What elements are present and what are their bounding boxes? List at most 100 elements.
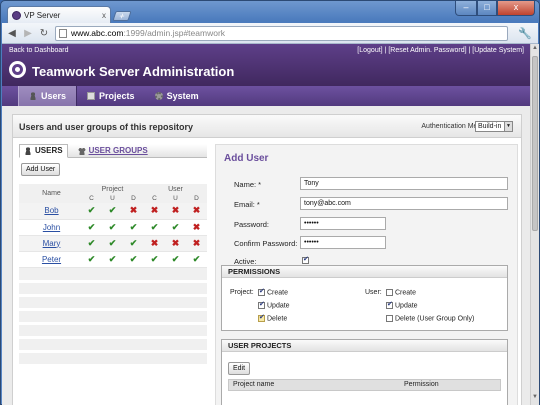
perm-cell: ✔ bbox=[165, 251, 186, 268]
name-field[interactable]: Tony bbox=[300, 177, 508, 190]
project-update-option[interactable]: Update bbox=[258, 300, 290, 309]
empty-row bbox=[19, 351, 207, 367]
user-group-icon bbox=[77, 146, 86, 155]
active-checkbox[interactable] bbox=[302, 255, 309, 264]
perm-cell: ✖ bbox=[165, 235, 186, 252]
scrollbar-thumb[interactable] bbox=[532, 56, 538, 231]
reload-icon[interactable]: ↻ bbox=[39, 28, 49, 39]
close-window-button[interactable]: x bbox=[497, 1, 535, 16]
back-arrow-icon[interactable]: ◀ bbox=[7, 28, 17, 39]
user-create-checkbox[interactable] bbox=[386, 289, 393, 296]
user-name-cell: John bbox=[19, 219, 81, 236]
maximize-button[interactable]: □ bbox=[477, 1, 497, 16]
nav-system[interactable]: System bbox=[145, 86, 209, 106]
col-project-header: Project bbox=[81, 184, 144, 194]
user-name-cell: Peter bbox=[19, 251, 81, 268]
address-bar[interactable]: www.abc.com:1999/admin.jsp#teamwork bbox=[55, 25, 509, 41]
perm-cell: ✔ bbox=[102, 251, 123, 268]
check-icon: ✔ bbox=[150, 253, 159, 264]
forward-arrow-icon[interactable]: ▶ bbox=[23, 28, 33, 39]
user-update-checkbox[interactable] bbox=[386, 300, 393, 309]
user-link[interactable]: John bbox=[43, 223, 60, 232]
cross-icon: ✖ bbox=[150, 205, 159, 216]
back-to-dashboard-link[interactable]: Back to Dashboard bbox=[9, 47, 69, 54]
confirm-password-label: Confirm Password: bbox=[234, 239, 298, 248]
project-delete-checkbox[interactable] bbox=[258, 313, 265, 322]
wrench-icon[interactable]: 🔧 bbox=[518, 27, 532, 40]
check-icon: ✔ bbox=[108, 253, 117, 264]
col-user-header: User bbox=[144, 184, 207, 194]
check-icon: ✔ bbox=[87, 221, 96, 232]
browser-tab[interactable]: VP Server x bbox=[7, 6, 111, 23]
minimize-button[interactable]: – bbox=[455, 1, 477, 16]
nav-projects[interactable]: Projects bbox=[77, 86, 145, 106]
check-icon: ✔ bbox=[87, 253, 96, 264]
check-icon: ✔ bbox=[171, 221, 180, 232]
favicon-icon bbox=[12, 10, 21, 20]
col-name-header: Name bbox=[19, 184, 81, 203]
col-header: U bbox=[102, 194, 123, 203]
check-icon: ✔ bbox=[87, 205, 96, 216]
user-link[interactable]: Peter bbox=[42, 255, 61, 264]
user-link[interactable]: Mary bbox=[43, 239, 61, 248]
check-icon: ✔ bbox=[129, 221, 138, 232]
confirm-password-field[interactable]: •••••• bbox=[300, 236, 386, 249]
project-create-option[interactable]: Create bbox=[258, 287, 288, 296]
update-system-link[interactable]: [Update System] bbox=[472, 47, 524, 54]
check-icon: ✔ bbox=[192, 253, 201, 264]
password-field[interactable]: •••••• bbox=[300, 217, 386, 230]
check-icon: ✔ bbox=[150, 221, 159, 232]
user-update-option[interactable]: Update bbox=[386, 300, 418, 310]
user-projects-title: USER PROJECTS bbox=[222, 340, 507, 352]
add-user-button[interactable]: Add User bbox=[21, 163, 61, 176]
system-gear-icon bbox=[154, 92, 163, 100]
section-header: Users and user groups of this repository… bbox=[12, 114, 522, 137]
cross-icon: ✖ bbox=[171, 237, 180, 248]
perm-cell: ✔ bbox=[81, 219, 102, 236]
empty-row bbox=[19, 281, 207, 297]
users-table: Name Project User C U D C U D Bob ✔ ✔ ✖ … bbox=[19, 184, 207, 367]
logout-link[interactable]: [Logout] bbox=[357, 47, 382, 54]
project-create-checkbox[interactable] bbox=[258, 287, 265, 296]
scrollbar[interactable]: ▲ ▼ bbox=[530, 44, 539, 405]
nav-users[interactable]: Users bbox=[18, 86, 78, 106]
user-projects-box: USER PROJECTS Edit Project name Permissi… bbox=[221, 339, 508, 405]
projects-table-header: Project name Permission bbox=[228, 379, 501, 391]
browser-toolbar: ◀ ▶ ↻ www.abc.com:1999/admin.jsp#teamwor… bbox=[2, 23, 538, 44]
nav-system-label: System bbox=[166, 91, 199, 101]
logo-icon bbox=[9, 61, 26, 78]
cross-icon: ✖ bbox=[192, 221, 201, 232]
cross-icon: ✖ bbox=[171, 205, 180, 216]
url-path: :1999/admin.jsp#teamwork bbox=[123, 28, 226, 38]
table-row: Peter ✔ ✔ ✔ ✔ ✔ ✔ bbox=[19, 251, 207, 268]
user-perm-label: User: bbox=[365, 289, 382, 296]
tab-users[interactable]: USERS bbox=[19, 143, 68, 158]
perm-cell: ✔ bbox=[123, 251, 144, 268]
user-name-cell: Mary bbox=[19, 235, 81, 252]
user-name-cell: Bob bbox=[19, 203, 81, 220]
window-controls: – □ x bbox=[455, 1, 535, 16]
nav-projects-label: Projects bbox=[99, 91, 135, 101]
user-create-label: Create bbox=[395, 289, 417, 297]
empty-row bbox=[19, 323, 207, 339]
edit-button[interactable]: Edit bbox=[228, 362, 251, 375]
user-create-option[interactable]: Create bbox=[386, 289, 416, 296]
tab-user-groups-label: USER GROUPS bbox=[88, 146, 148, 155]
new-tab-button[interactable]: + bbox=[112, 11, 132, 21]
col-header: D bbox=[186, 194, 207, 203]
tab-user-groups[interactable]: USER GROUPS bbox=[74, 144, 152, 158]
user-delete-checkbox[interactable] bbox=[386, 315, 393, 322]
auth-method-select[interactable]: Build-in ▼ bbox=[475, 121, 513, 132]
user-delete-option[interactable]: Delete (User Group Only) bbox=[386, 315, 474, 322]
scroll-down-icon[interactable]: ▼ bbox=[531, 393, 539, 402]
project-update-checkbox[interactable] bbox=[258, 300, 265, 309]
tab-close-icon[interactable]: x bbox=[102, 11, 106, 20]
user-update-label: Update bbox=[395, 302, 418, 310]
email-field[interactable]: tony@abc.com bbox=[300, 197, 508, 210]
auth-method-value: Build-in bbox=[478, 123, 502, 130]
tab-users-label: USERS bbox=[35, 146, 63, 155]
user-link[interactable]: Bob bbox=[44, 206, 58, 215]
project-delete-option[interactable]: Delete bbox=[258, 313, 287, 322]
scroll-up-icon[interactable]: ▲ bbox=[531, 44, 539, 53]
reset-password-link[interactable]: [Reset Admin. Password] bbox=[388, 47, 466, 54]
